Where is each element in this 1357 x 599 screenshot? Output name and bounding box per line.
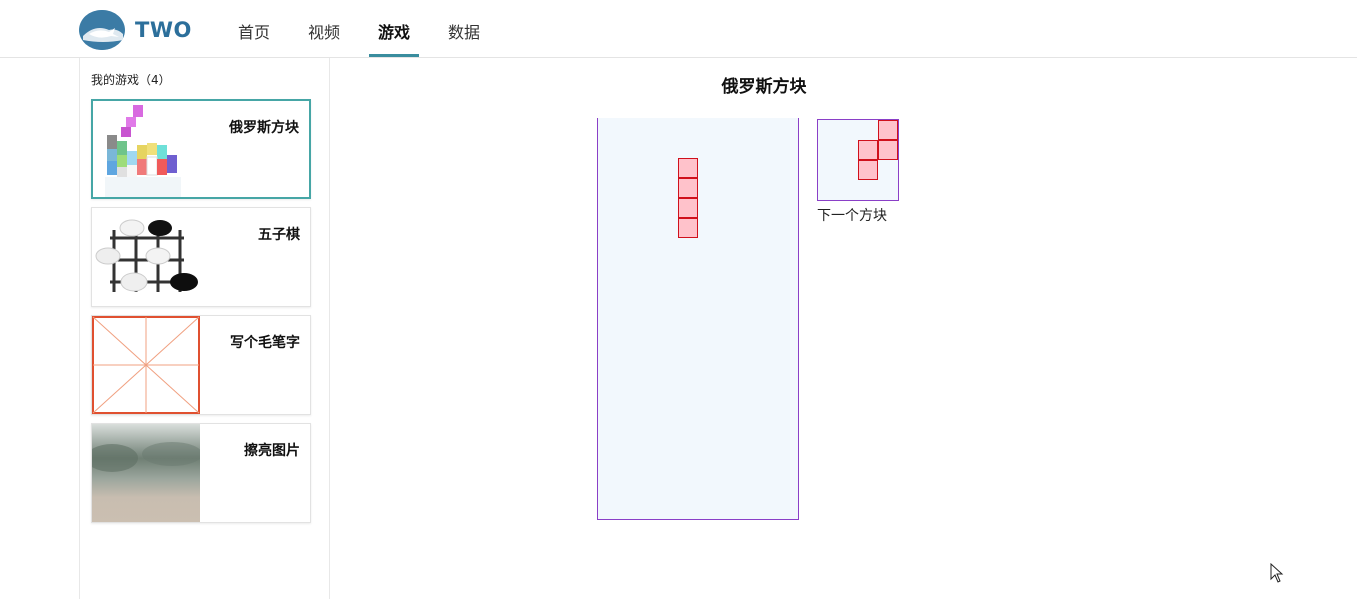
falling-block-cell bbox=[678, 218, 698, 238]
active-nav-indicator bbox=[369, 54, 419, 57]
next-block-cell bbox=[878, 140, 898, 160]
gomoku-thumbnail bbox=[92, 208, 200, 306]
game-card-polish-photo[interactable]: 擦亮图片 bbox=[91, 423, 311, 523]
next-block-cell bbox=[858, 160, 878, 180]
top-navigation-bar: TWO 首页 视频 游戏 数据 bbox=[0, 0, 1357, 58]
falling-block-cell bbox=[678, 158, 698, 178]
game-label-tetris: 俄罗斯方块 bbox=[229, 120, 299, 136]
next-block-cell bbox=[858, 140, 878, 160]
game-label-polish-photo: 擦亮图片 bbox=[244, 443, 300, 459]
brand-name[interactable]: TWO bbox=[135, 18, 192, 42]
next-piece-preview bbox=[817, 119, 899, 201]
logo-icon[interactable] bbox=[79, 10, 125, 50]
mouse-cursor-icon bbox=[1270, 562, 1284, 587]
game-label-gomoku: 五子棋 bbox=[258, 227, 300, 243]
game-label-calligraphy: 写个毛笔字 bbox=[230, 335, 300, 351]
blurred-photo-thumbnail bbox=[92, 424, 200, 522]
tetris-board[interactable] bbox=[597, 118, 799, 520]
games-sidebar: 我的游戏（4） 俄罗斯方块 五子棋 写个毛笔字 擦亮图片 bbox=[79, 58, 330, 599]
game-card-tetris[interactable]: 俄罗斯方块 bbox=[91, 99, 311, 199]
nav-home[interactable]: 首页 bbox=[238, 19, 270, 43]
game-card-calligraphy[interactable]: 写个毛笔字 bbox=[91, 315, 311, 415]
calligraphy-grid-thumbnail bbox=[92, 316, 200, 414]
next-block-cell bbox=[878, 120, 898, 140]
nav-games[interactable]: 游戏 bbox=[378, 19, 410, 43]
falling-block-cell bbox=[678, 178, 698, 198]
nav-data[interactable]: 数据 bbox=[448, 19, 480, 43]
game-card-gomoku[interactable]: 五子棋 bbox=[91, 207, 311, 307]
tetris-thumbnail bbox=[93, 101, 201, 197]
sidebar-title: 我的游戏（4） bbox=[91, 73, 171, 87]
falling-block-cell bbox=[678, 198, 698, 218]
next-piece-label: 下一个方块 bbox=[817, 208, 887, 224]
game-title: 俄罗斯方块 bbox=[721, 77, 807, 97]
nav-video[interactable]: 视频 bbox=[308, 19, 340, 43]
